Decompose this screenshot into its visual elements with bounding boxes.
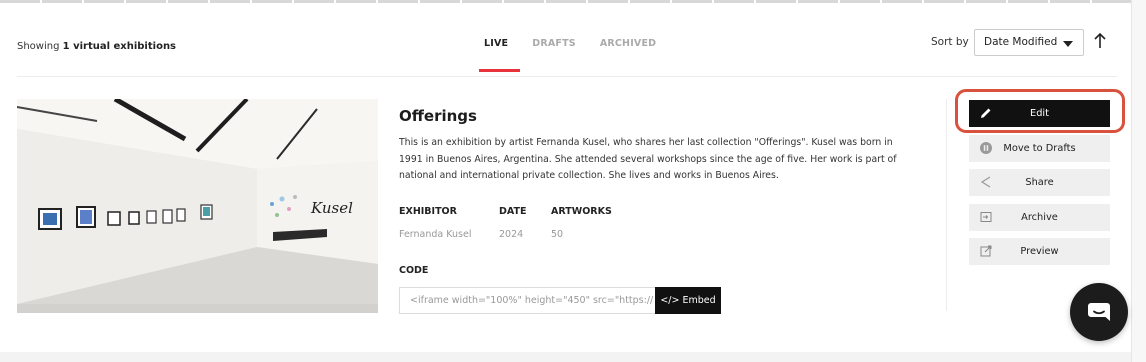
share-button[interactable]: Share <box>969 169 1110 196</box>
gallery-image: Kusel <box>17 99 378 313</box>
date-header: DATE <box>499 206 527 217</box>
embed-code-field[interactable]: <iframe width="100%" height="450" src="h… <box>399 287 655 314</box>
wall-signature: Kusel <box>310 199 353 217</box>
date-value: 2024 <box>499 229 524 240</box>
tab-drafts[interactable]: DRAFTS <box>520 36 588 74</box>
sort-direction-arrow-icon[interactable] <box>1093 32 1107 50</box>
embed-code-value: <iframe width="100%" height="450" src="h… <box>410 295 654 306</box>
archive-button[interactable]: Archive <box>969 204 1110 231</box>
exhibitor-value: Fernanda Kusel <box>399 229 472 240</box>
tab-archived[interactable]: ARCHIVED <box>588 36 668 74</box>
showing-count-text: Showing 1 virtual exhibitions <box>17 41 177 52</box>
exhibition-title[interactable]: Offerings <box>399 107 477 125</box>
share-icon <box>980 176 991 188</box>
sort-select-value: Date Modified <box>984 36 1058 48</box>
embed-button-label: </> Embed <box>660 295 716 306</box>
embed-button[interactable]: </> Embed <box>655 287 721 314</box>
move-to-drafts-button[interactable]: Move to Drafts <box>969 135 1110 162</box>
external-link-icon <box>980 245 992 257</box>
exhibition-thumbnail[interactable]: Kusel <box>17 99 378 313</box>
showing-count: 1 virtual exhibitions <box>62 41 177 52</box>
code-label: CODE <box>399 265 429 276</box>
exhibitor-header: EXHIBITOR <box>399 206 457 217</box>
sort-select[interactable]: Date Modified <box>974 29 1084 56</box>
chevron-down-icon <box>1063 41 1073 47</box>
tab-live[interactable]: LIVE <box>472 36 521 74</box>
preview-button[interactable]: Preview <box>969 238 1110 265</box>
exhibition-description: This is an exhibition by artist Fernanda… <box>399 137 897 181</box>
page: Showing 1 virtual exhibitions LIVE DRAFT… <box>0 0 1131 352</box>
artworks-value: 50 <box>551 229 564 240</box>
scrollbar[interactable] <box>1131 0 1146 362</box>
sort-by-label: Sort by <box>931 36 969 48</box>
header-divider <box>17 76 1117 77</box>
actions-divider <box>946 99 947 311</box>
pause-icon <box>980 142 992 154</box>
edit-highlight-outline <box>955 89 1125 133</box>
top-border <box>0 0 1131 3</box>
chat-launcher-button[interactable] <box>1070 283 1128 341</box>
status-tabs: LIVE DRAFTS ARCHIVED <box>472 36 668 76</box>
chat-bubble-icon <box>1088 303 1110 321</box>
artworks-header: ARTWORKS <box>551 206 612 217</box>
archive-icon <box>980 212 992 222</box>
